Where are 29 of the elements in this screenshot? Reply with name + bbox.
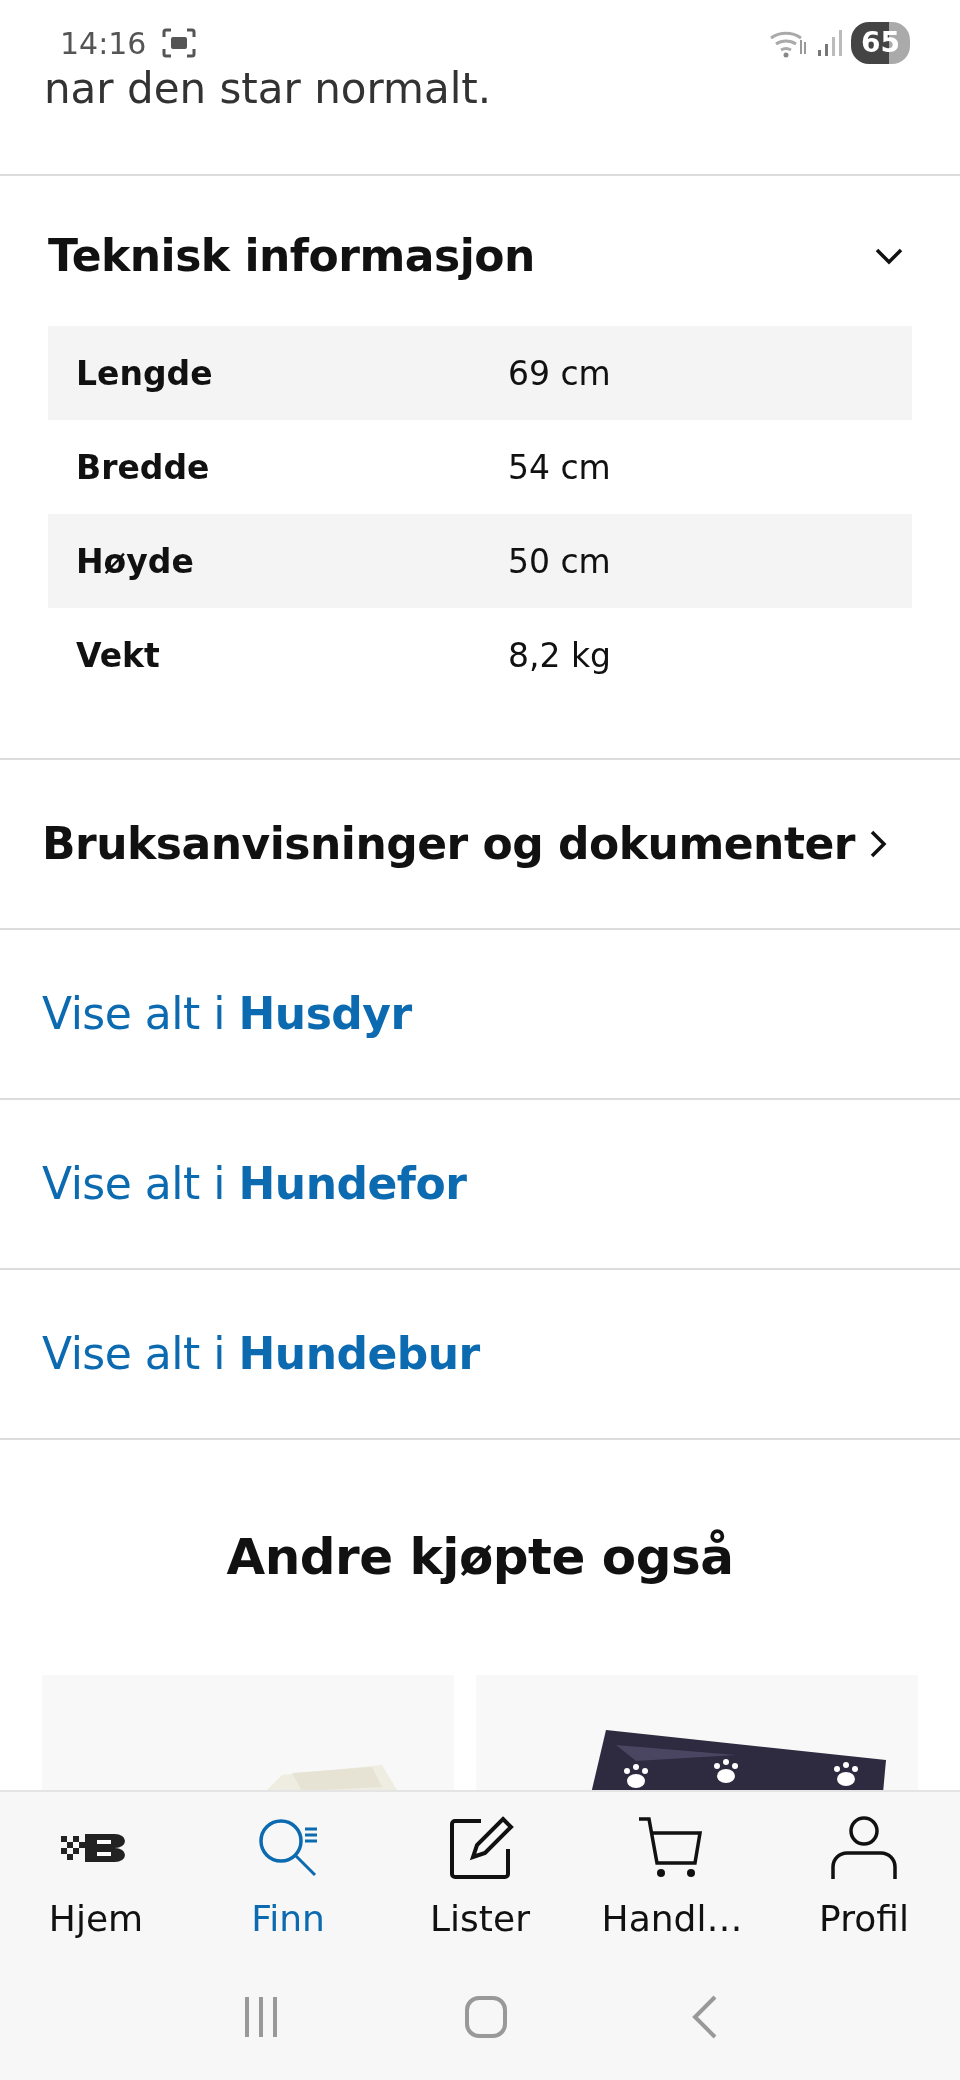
signal-icon (817, 28, 844, 58)
nav-tab[interactable]: Finn (192, 1792, 384, 1962)
spec-label: Bredde (75, 446, 211, 489)
spec-value: 8,2 kg (508, 634, 612, 677)
chevron-icon[interactable] (874, 246, 904, 267)
spec-label: Lengde (75, 352, 214, 395)
nav-tab[interactable]: Profil (768, 1792, 960, 1962)
clock-time: 14:16 (60, 24, 147, 63)
home-button-icon[interactable] (464, 1995, 508, 2039)
category-link[interactable]: Vise alt i Husdyr (42, 981, 412, 1048)
description-text: nar den star normalt. (43, 64, 493, 115)
category-link[interactable]: Vise alt i Hundefor (42, 1151, 467, 1218)
spec-value: 54 cm (508, 446, 611, 489)
chevron-right-icon[interactable] (869, 829, 887, 860)
nav-tab[interactable]: Hjem (0, 1792, 192, 1962)
spec-value: 69 cm (508, 352, 611, 395)
section-title: Bruksanvisninger og dokumenter (42, 817, 855, 872)
product-card[interactable] (476, 1675, 918, 1790)
screenshot-icon (162, 28, 197, 58)
spec-value: 50 cm (508, 540, 611, 583)
section-title: Teknisk informasjon (48, 229, 535, 284)
battery-level: 65 (851, 22, 910, 64)
nav-tab[interactable]: Handl… (576, 1792, 768, 1962)
spec-label: Vekt (75, 634, 161, 677)
section-title: Andre kjøpte også (225, 1527, 735, 1589)
nav-tab[interactable]: Lister (384, 1792, 576, 1962)
category-link[interactable]: Vise alt i Hundebur (42, 1321, 480, 1388)
spec-label: Høyde (75, 540, 195, 583)
back-icon[interactable] (690, 1995, 719, 2039)
